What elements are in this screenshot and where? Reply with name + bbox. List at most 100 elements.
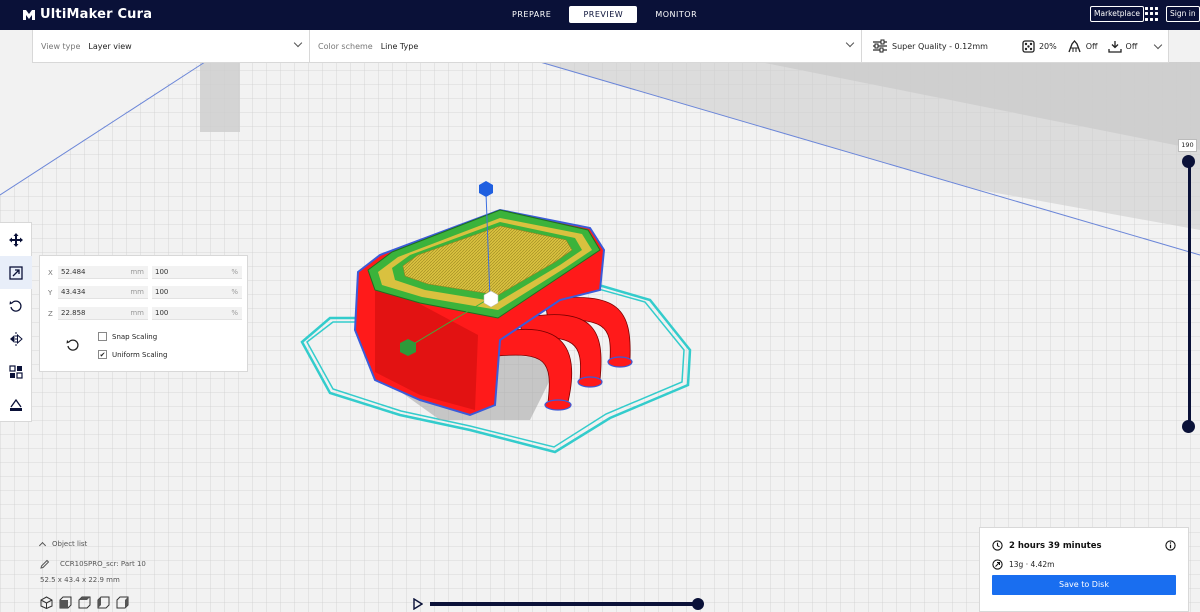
info-icon[interactable]	[1165, 540, 1176, 551]
chevron-up-icon	[38, 541, 47, 550]
reset-icon	[66, 339, 79, 351]
app-title: UltiMaker Cura	[40, 7, 153, 22]
mirror-tool-button[interactable]	[0, 322, 32, 355]
support-icon	[1068, 39, 1081, 52]
view-settings-bar: View type Layer view Color scheme Line T…	[32, 30, 1169, 63]
percent-unit: %	[231, 288, 238, 296]
reset-scale-button[interactable]	[66, 338, 80, 355]
y-size-value: 43.434	[61, 288, 86, 296]
x-percent-input[interactable]: 100 %	[152, 266, 242, 279]
support-blocker-button[interactable]	[0, 388, 32, 421]
adhesion-value: Off	[1125, 41, 1138, 51]
checkbox-empty-icon	[98, 332, 107, 341]
move-icon	[9, 232, 23, 247]
x-size-value: 52.484	[61, 268, 86, 276]
object-list-toggle[interactable]: Object list	[38, 540, 88, 550]
support-blocker-icon	[10, 398, 22, 411]
object-name: CCR10SPRO_scr: Part 10	[60, 560, 146, 568]
support-value: Off	[1085, 41, 1098, 51]
view-type-label: View type	[41, 41, 81, 51]
scale-tool-button[interactable]	[0, 256, 32, 289]
pencil-icon	[40, 559, 50, 569]
left-view-icon[interactable]	[97, 596, 110, 609]
y-percent-input[interactable]: 100 %	[152, 286, 242, 299]
x-percent-value: 100	[155, 268, 169, 276]
scale-icon	[9, 265, 23, 280]
sign-in-button[interactable]: Sign in	[1166, 6, 1200, 22]
mirror-icon	[10, 331, 23, 346]
layer-number-field[interactable]: 190	[1178, 139, 1197, 152]
color-scheme-value: Line Type	[380, 41, 419, 51]
y-size-input[interactable]: 43.434 mm	[58, 286, 148, 299]
checkmark-icon: ✔	[98, 350, 107, 359]
y-percent-value: 100	[155, 288, 169, 296]
top-bar: UltiMaker Cura PREPARE PREVIEW MONITOR M…	[0, 0, 1200, 30]
percent-unit: %	[231, 309, 238, 317]
y-axis-label: Y	[48, 288, 53, 297]
uniform-scaling-checkbox[interactable]: ✔ Uniform Scaling	[98, 350, 167, 359]
view-type-dropdown[interactable]: View type Layer view	[33, 30, 310, 62]
layer-slider-upper-handle[interactable]	[1182, 155, 1195, 168]
material-usage: 13g · 4.42m	[1009, 560, 1055, 569]
per-model-settings-button[interactable]	[0, 355, 32, 388]
color-scheme-dropdown[interactable]: Color scheme Line Type	[310, 30, 862, 62]
play-icon[interactable]	[413, 598, 423, 610]
clock-icon	[992, 540, 1003, 551]
color-scheme-label: Color scheme	[318, 41, 373, 51]
path-slider-handle[interactable]	[692, 598, 704, 610]
object-list-header: Object list	[52, 540, 88, 548]
z-size-input[interactable]: 22.858 mm	[58, 307, 148, 320]
infill-icon	[1022, 39, 1035, 53]
tab-preview[interactable]: PREVIEW	[569, 6, 638, 23]
mm-unit: mm	[130, 288, 144, 296]
stage-tabs: PREPARE PREVIEW MONITOR	[498, 6, 711, 23]
x-axis-label: X	[48, 268, 53, 277]
scale-tool-panel: X 52.484 mm 100 % Y 43.434 mm 100 % Z 22…	[39, 255, 248, 372]
view-type-value: Layer view	[88, 41, 132, 51]
layer-slider-lower-handle[interactable]	[1182, 420, 1195, 433]
adhesion-icon	[1107, 40, 1122, 53]
z-percent-value: 100	[155, 309, 169, 317]
camera-view-buttons	[40, 596, 129, 609]
tab-prepare[interactable]: PREPARE	[498, 6, 565, 23]
filament-spool-icon	[992, 559, 1003, 570]
object-dimensions: 52.5 x 43.4 x 22.9 mm	[40, 576, 120, 584]
percent-unit: %	[231, 268, 238, 276]
infill-value: 20%	[1038, 41, 1057, 51]
uniform-scaling-label: Uniform Scaling	[112, 350, 168, 359]
chevron-down-icon	[293, 38, 303, 48]
chevron-down-icon	[1154, 40, 1163, 50]
print-time: 2 hours 39 minutes	[1009, 540, 1102, 551]
ultimaker-logo-icon	[23, 9, 35, 20]
object-list: Object list CCR10SPRO_scr: Part 10 52.5 …	[38, 540, 146, 609]
front-view-icon[interactable]	[59, 596, 72, 609]
sliders-icon	[873, 39, 887, 53]
layer-slider-track[interactable]	[1188, 161, 1191, 427]
marketplace-button[interactable]: Marketplace	[1090, 6, 1144, 22]
object-name-row[interactable]: CCR10SPRO_scr: Part 10	[40, 559, 146, 569]
per-model-settings-icon	[9, 364, 23, 379]
tool-toolbar	[0, 222, 32, 422]
top-view-icon[interactable]	[78, 596, 91, 609]
3d-view-icon[interactable]	[40, 596, 53, 609]
mm-unit: mm	[130, 268, 144, 276]
app-brand: UltiMaker Cura	[22, 7, 152, 22]
quality-profile: Super Quality - 0.12mm	[892, 41, 988, 51]
z-axis-label: Z	[48, 309, 53, 318]
mm-unit: mm	[130, 309, 144, 317]
z-percent-input[interactable]: 100 %	[152, 307, 242, 320]
print-settings-dropdown[interactable]: Super Quality - 0.12mm 20% Off Off	[862, 30, 1168, 62]
right-view-icon[interactable]	[116, 596, 129, 609]
z-size-value: 22.858	[61, 309, 86, 317]
tab-monitor[interactable]: MONITOR	[641, 6, 711, 23]
save-to-disk-button[interactable]: Save to Disk	[992, 575, 1176, 595]
rotate-icon	[9, 300, 22, 312]
rotate-tool-button[interactable]	[0, 289, 32, 322]
print-info-panel: 2 hours 39 minutes 13g · 4.42m Save to D…	[979, 527, 1189, 612]
x-size-input[interactable]: 52.484 mm	[58, 266, 148, 279]
snap-scaling-label: Snap Scaling	[112, 332, 158, 341]
apps-grid-icon[interactable]	[1145, 7, 1159, 21]
path-slider-track[interactable]	[430, 602, 698, 606]
move-tool-button[interactable]	[0, 223, 32, 256]
snap-scaling-checkbox[interactable]: Snap Scaling	[98, 332, 157, 341]
